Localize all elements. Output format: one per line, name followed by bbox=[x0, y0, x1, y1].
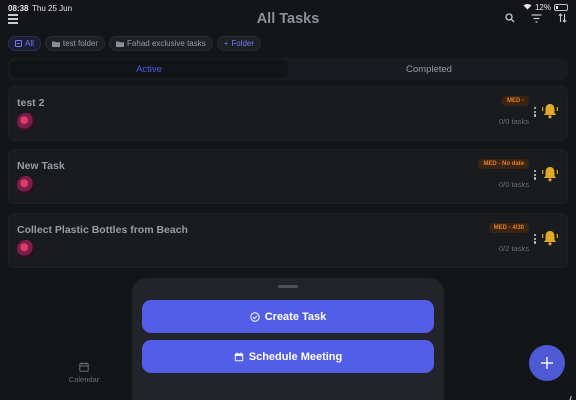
page-title: All Tasks bbox=[256, 11, 320, 27]
create-task-button[interactable]: Create Task bbox=[142, 300, 434, 333]
task-progress: 0/0 tasks bbox=[498, 117, 529, 126]
tab-active[interactable]: Active bbox=[10, 60, 288, 78]
nav-calendar[interactable]: Calendar bbox=[62, 362, 106, 384]
tab-completed[interactable]: Completed bbox=[290, 58, 568, 80]
add-fab-button[interactable] bbox=[529, 345, 565, 381]
task-card[interactable]: test 2 MED - 0/0 tasks bbox=[8, 86, 568, 141]
filter-icon[interactable] bbox=[530, 12, 542, 24]
task-title: Collect Plastic Bottles from Beach bbox=[17, 224, 188, 236]
sort-icon[interactable] bbox=[556, 12, 568, 24]
add-folder-label: Folder bbox=[231, 39, 255, 48]
header-actions bbox=[504, 12, 568, 24]
folder-chip-label: test folder bbox=[62, 39, 99, 48]
folder-chip-fahad-exclusive[interactable]: Fahad exclusive tasks bbox=[109, 36, 213, 51]
task-progress: 0/2 tasks bbox=[498, 244, 529, 253]
bell-icon[interactable] bbox=[541, 102, 559, 120]
plus-icon: + bbox=[223, 39, 229, 48]
task-card[interactable]: Collect Plastic Bottles from Beach MED -… bbox=[8, 213, 568, 268]
folder-chip-label: Fahad exclusive tasks bbox=[127, 39, 206, 48]
check-circle-icon bbox=[250, 311, 260, 322]
more-options-icon[interactable] bbox=[534, 107, 538, 117]
task-title: test 2 bbox=[17, 97, 45, 109]
schedule-meeting-label: Schedule Meeting bbox=[248, 350, 343, 363]
create-task-label: Create Task bbox=[264, 310, 327, 323]
add-folder-button[interactable]: + Folder bbox=[216, 36, 262, 51]
avatar bbox=[17, 113, 35, 131]
task-card[interactable]: New Task MED - No date 0/0 tasks bbox=[8, 149, 568, 204]
calendar-icon bbox=[234, 352, 243, 361]
bell-icon[interactable] bbox=[541, 165, 559, 183]
avatar bbox=[17, 176, 35, 194]
folder-chips: All test folder Fahad exclusive tasks + … bbox=[8, 36, 262, 51]
more-options-icon[interactable] bbox=[534, 234, 538, 244]
folder-icon bbox=[51, 41, 60, 47]
task-progress: 0/0 tasks bbox=[498, 180, 529, 189]
calendar-icon bbox=[79, 362, 89, 372]
folder-chip-test-folder[interactable]: test folder bbox=[44, 36, 106, 51]
search-icon[interactable] bbox=[504, 12, 516, 24]
schedule-meeting-button[interactable]: Schedule Meeting bbox=[142, 340, 434, 373]
priority-badge: MED - bbox=[502, 96, 529, 106]
priority-badge: MED - No date bbox=[478, 159, 529, 169]
more-options-icon[interactable] bbox=[534, 170, 538, 180]
sheet-grabber[interactable] bbox=[278, 285, 298, 288]
task-title: New Task bbox=[17, 160, 65, 172]
avatar bbox=[17, 240, 35, 258]
bell-icon[interactable] bbox=[541, 229, 559, 247]
folder-chip-label: All bbox=[25, 39, 34, 48]
plus-icon bbox=[541, 357, 553, 369]
status-tabs: Active Completed bbox=[8, 58, 568, 80]
nav-calendar-label: Calendar bbox=[68, 375, 100, 384]
create-sheet: Create Task Schedule Meeting bbox=[132, 278, 444, 400]
all-icon bbox=[15, 40, 22, 47]
folder-icon bbox=[116, 41, 125, 47]
header: All Tasks bbox=[0, 10, 576, 30]
corner-indicator bbox=[564, 390, 572, 400]
priority-badge: MED - 4/30 bbox=[488, 223, 529, 233]
folder-chip-all[interactable]: All bbox=[8, 36, 41, 51]
